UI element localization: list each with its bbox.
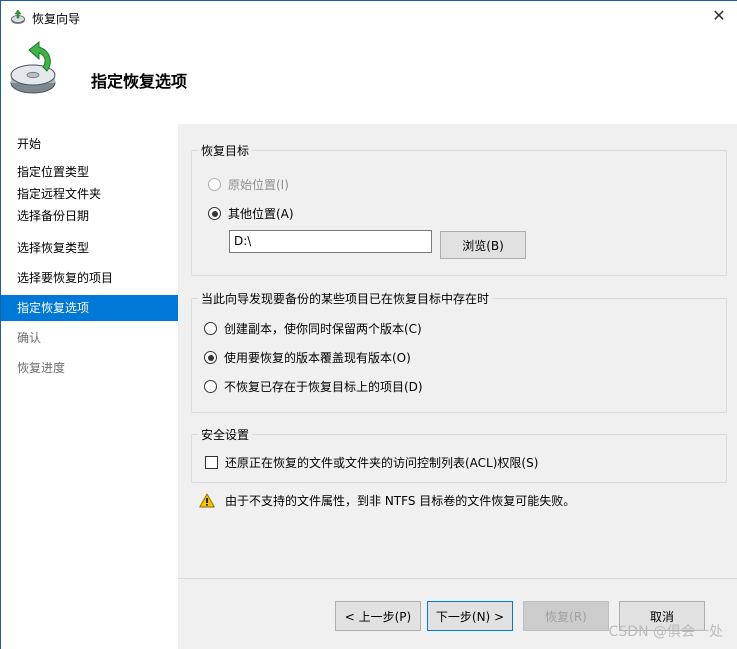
radio-circle [208, 207, 221, 220]
restore-acl-label: 还原正在恢复的文件或文件夹的访问控制列表(ACL)权限(S) [225, 456, 539, 470]
watermark: CSDN @俱会一处 [608, 624, 723, 640]
checkbox-box [205, 456, 218, 469]
original-location-radio[interactable]: 原始位置(I) [208, 176, 289, 193]
restore-acl-checkbox[interactable]: 还原正在恢复的文件或文件夹的访问控制列表(ACL)权限(S) [205, 454, 538, 471]
security-settings-group: 安全设置 还原正在恢复的文件或文件夹的访问控制列表(ACL)权限(S) [191, 426, 727, 483]
window-title: 恢复向导 [32, 12, 81, 26]
location-path-input[interactable]: D:\ [229, 230, 432, 253]
restore-wizard-icon [10, 41, 56, 94]
radio-circle [208, 178, 221, 191]
wizard-header: 指定恢复选项 [1, 33, 737, 124]
warning-text: 由于不支持的文件属性，到非 NTFS 目标卷的文件恢复可能失败。 [225, 494, 576, 508]
create-copy-label: 创建副本，使你同时保留两个版本(C) [224, 322, 422, 336]
nav-step-select-items: 选择要恢复的项目 [17, 271, 114, 285]
skip-existing-label: 不恢复已存在于恢复目标上的项目(D) [224, 380, 423, 394]
wizard-steps-nav: 开始 指定位置类型 指定远程文件夹 选择备份日期 选择恢复类型 选择要恢复的项目… [1, 124, 178, 649]
skip-existing-radio[interactable]: 不恢复已存在于恢复目标上的项目(D) [204, 378, 423, 395]
warning-icon [199, 493, 215, 508]
nav-step-start: 开始 [17, 137, 42, 151]
overwrite-radio[interactable]: 使用要恢复的版本覆盖现有版本(O) [204, 349, 411, 366]
other-location-label: 其他位置(A) [228, 207, 294, 221]
nav-step-confirm: 确认 [17, 331, 42, 345]
restore-wizard-window: 恢复向导 ✕ 指定恢复选项 开始 指定位置类型 指定远程文件夹 选择备份日期 选… [0, 0, 737, 649]
nav-step-backup-date: 选择备份日期 [17, 209, 90, 223]
overwrite-label: 使用要恢复的版本覆盖现有版本(O) [224, 351, 411, 365]
nav-step-remote-folder: 指定远程文件夹 [17, 187, 102, 201]
nav-step-location-type: 指定位置类型 [17, 165, 90, 179]
options-panel: 恢复目标 原始位置(I) 其他位置(A) D:\ 浏览(B) 当此向导发现要备份… [178, 124, 737, 578]
radio-circle [204, 351, 217, 364]
close-button[interactable]: ✕ [707, 5, 731, 29]
nav-step-recovery-type: 选择恢复类型 [17, 241, 90, 255]
conflict-options-legend: 当此向导发现要备份的某些项目已在恢复目标中存在时 [198, 290, 493, 307]
original-location-label: 原始位置(I) [228, 178, 289, 192]
app-icon [11, 9, 25, 24]
page-title: 指定恢复选项 [91, 72, 188, 91]
next-button[interactable]: 下一步(N) > [427, 601, 513, 631]
other-location-radio[interactable]: 其他位置(A) [208, 205, 294, 222]
title-bar: 恢复向导 ✕ [1, 1, 737, 33]
restore-target-group: 恢复目标 原始位置(I) 其他位置(A) D:\ 浏览(B) [191, 142, 727, 276]
nav-step-progress: 恢复进度 [17, 361, 66, 375]
create-copy-radio[interactable]: 创建副本，使你同时保留两个版本(C) [204, 320, 422, 337]
restore-target-legend: 恢复目标 [198, 142, 253, 159]
nav-step-recovery-options: 指定恢复选项 [1, 295, 178, 321]
radio-circle [204, 380, 217, 393]
security-settings-legend: 安全设置 [198, 426, 253, 443]
radio-circle [204, 322, 217, 335]
browse-button[interactable]: 浏览(B) [440, 231, 526, 259]
ntfs-warning: 由于不支持的文件属性，到非 NTFS 目标卷的文件恢复可能失败。 [199, 492, 575, 509]
back-button[interactable]: < 上一步(P) [335, 601, 421, 631]
conflict-options-group: 当此向导发现要备份的某些项目已在恢复目标中存在时 创建副本，使你同时保留两个版本… [191, 290, 727, 413]
restore-button[interactable]: 恢复(R) [523, 601, 609, 631]
